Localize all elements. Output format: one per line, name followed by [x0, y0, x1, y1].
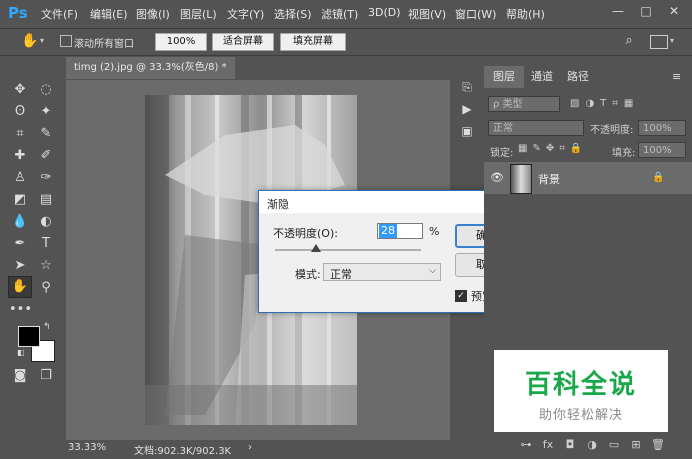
eraser-tool-icon[interactable]: ◩	[9, 190, 31, 210]
hand-tool-icon[interactable]: ✋	[8, 276, 32, 298]
quick-mask-icon[interactable]: ◙	[9, 366, 31, 386]
zoom-level[interactable]: 33.33%	[68, 442, 106, 453]
tab-channels[interactable]: 通道	[524, 66, 560, 88]
maximize-button[interactable]: □	[632, 0, 660, 22]
healing-brush-icon[interactable]: ✚	[9, 146, 31, 166]
layer-row-background[interactable]: 👁 背景 🔒	[484, 162, 692, 194]
more-tools-icon[interactable]: •••	[9, 300, 32, 320]
history-panel-icon[interactable]: ⎘	[458, 78, 476, 96]
search-icon[interactable]: ⌕	[620, 32, 638, 50]
blend-mode-select[interactable]: 正常	[488, 120, 584, 136]
move-tool-icon[interactable]: ✥	[9, 80, 31, 100]
layer-filter-select[interactable]: ρ 类型	[488, 96, 560, 112]
close-window-button[interactable]: ✕	[660, 0, 688, 22]
clone-stamp-icon[interactable]: ♙	[9, 168, 31, 188]
menu-3d[interactable]: 3D(D)	[368, 6, 401, 19]
workspace-icon[interactable]	[650, 35, 668, 49]
chevron-down-icon[interactable]: ▾	[670, 33, 680, 49]
adjustment-layer-icon[interactable]: ◑	[584, 437, 600, 453]
dialog-title: 渐隐	[267, 198, 289, 211]
path-selection-icon[interactable]: ➤	[9, 256, 31, 276]
menu-image[interactable]: 图像(I)	[136, 6, 170, 22]
lock-icon[interactable]: 🔒	[652, 171, 666, 185]
photoshop-logo: Ps	[8, 4, 28, 22]
opacity-slider-thumb[interactable]	[310, 244, 321, 252]
screen-mode-icon[interactable]: ❐	[35, 366, 57, 386]
menu-type[interactable]: 文字(Y)	[227, 6, 264, 22]
new-group-icon[interactable]: ▭	[606, 437, 622, 453]
foreground-color-swatch[interactable]	[18, 326, 40, 347]
scroll-all-checkbox[interactable]	[60, 35, 72, 47]
mode-value: 正常	[330, 268, 352, 281]
layer-opacity-label: 不透明度:	[590, 125, 634, 136]
gradient-tool-icon[interactable]: ▤	[35, 190, 57, 210]
magic-wand-icon[interactable]: ✦	[35, 102, 57, 122]
eye-visibility-icon[interactable]: 👁	[490, 172, 504, 184]
document-size-info: 文档:902.3K/902.3K	[134, 446, 232, 457]
shape-tool-icon[interactable]: ☆	[35, 256, 57, 276]
percent-sign: %	[429, 225, 440, 238]
add-mask-icon[interactable]: ◘	[562, 437, 578, 453]
link-layers-icon[interactable]: ⊶	[518, 437, 534, 453]
history-brush-icon[interactable]: ✑	[35, 168, 57, 188]
menu-filter[interactable]: 滤镜(T)	[321, 6, 358, 22]
dodge-tool-icon[interactable]: ◐	[35, 212, 57, 232]
default-colors-icon[interactable]: ◧	[17, 348, 27, 358]
menu-edit[interactable]: 编辑(E)	[90, 6, 128, 22]
lasso-tool-icon[interactable]: ʘ	[9, 102, 31, 122]
document-tab[interactable]: timg (2).jpg @ 33.3%(灰色/8) * ×	[66, 57, 235, 95]
swap-colors-icon[interactable]: ↰	[43, 322, 53, 332]
panel-menu-icon[interactable]: ≡	[672, 70, 686, 84]
menu-file[interactable]: 文件(F)	[41, 6, 78, 22]
opacity-label: 不透明度(O):	[273, 227, 338, 240]
layer-thumbnail	[510, 164, 532, 194]
menu-select[interactable]: 选择(S)	[274, 6, 312, 22]
hand-tool-preset-icon[interactable]: ✋	[20, 31, 40, 51]
delete-layer-icon[interactable]: 🗑	[650, 437, 666, 453]
new-layer-icon[interactable]: ⊞	[628, 437, 644, 453]
tab-paths[interactable]: 路径	[560, 66, 596, 88]
watermark-subtitle: 助你轻松解决	[538, 408, 623, 423]
type-tool-icon[interactable]: T	[35, 234, 57, 254]
actions-play-icon[interactable]: ▶	[458, 100, 476, 118]
zoom-100-button[interactable]: 100%	[155, 33, 207, 51]
zoom-tool-icon[interactable]: ⚲	[35, 278, 57, 298]
status-menu-arrow[interactable]: ›	[248, 442, 252, 453]
scroll-all-label: 滚动所有窗口	[74, 39, 134, 50]
opacity-slider-track[interactable]	[275, 249, 421, 251]
mode-label: 模式:	[295, 268, 321, 281]
menu-view[interactable]: 视图(V)	[408, 6, 446, 22]
filter-icons[interactable]: ▧◑T⌗▦	[570, 96, 680, 112]
menu-window[interactable]: 窗口(W)	[455, 6, 496, 22]
crop-tool-icon[interactable]: ⌗	[9, 124, 31, 144]
menu-help[interactable]: 帮助(H)	[506, 6, 545, 22]
opacity-value-selected: 28	[379, 224, 397, 238]
lock-icons[interactable]: ▦✎✥⌗🔒	[518, 142, 598, 156]
status-bar	[66, 440, 450, 458]
lock-label: 锁定:	[490, 148, 514, 159]
fill-screen-button[interactable]: 填充屏幕	[280, 33, 346, 51]
layer-style-icon[interactable]: fx	[540, 437, 556, 453]
watermark-title: 百科全说	[524, 370, 637, 400]
fit-screen-button[interactable]: 适合屏幕	[212, 33, 274, 51]
blur-tool-icon[interactable]: 💧	[9, 212, 31, 232]
layer-opacity-input[interactable]: 100%	[638, 120, 686, 136]
fill-input[interactable]: 100%	[638, 142, 686, 158]
fill-label: 填充:	[612, 148, 636, 159]
properties-panel-icon[interactable]: ▣	[458, 122, 476, 140]
layer-name[interactable]: 背景	[538, 171, 560, 187]
chevron-down-icon[interactable]: ▾	[40, 33, 48, 49]
minimize-button[interactable]: —	[604, 0, 632, 22]
mode-select[interactable]: 正常 ⌵	[323, 263, 441, 281]
chevron-down-icon: ⌵	[429, 266, 436, 276]
eyedropper-icon[interactable]: ✎	[35, 124, 57, 144]
tab-layers[interactable]: 图层	[484, 66, 524, 88]
document-tab-title: timg (2).jpg @ 33.3%(灰色/8) *	[74, 62, 227, 73]
pen-tool-icon[interactable]: ✒	[9, 234, 31, 254]
menu-layer[interactable]: 图层(L)	[180, 6, 217, 22]
baike-watermark: 百科全说 助你轻松解决	[494, 350, 668, 432]
marquee-tool-icon[interactable]: ◌	[35, 80, 57, 100]
brush-tool-icon[interactable]: ✐	[35, 146, 57, 166]
preview-checkbox[interactable]: ✓	[455, 290, 467, 302]
